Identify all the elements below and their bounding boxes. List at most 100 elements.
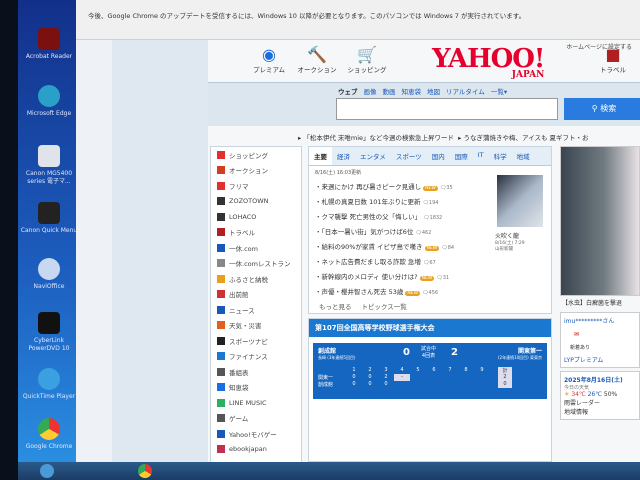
desktop-icon-canon-quick-menu[interactable]: Canon Quick Menu bbox=[20, 202, 78, 235]
news-tab[interactable]: スポーツ bbox=[391, 147, 427, 165]
service-nav-label: ebookjapan bbox=[229, 445, 267, 454]
news-title[interactable]: 「日本一暑い街」気がつけば6位 bbox=[322, 228, 414, 236]
news-item[interactable]: ・声優・櫻井智さん死去 53歳 NEW 🗨456 bbox=[309, 284, 551, 299]
service-nav-item[interactable]: ゲーム bbox=[211, 411, 301, 427]
more-link[interactable]: もっと見る bbox=[319, 303, 352, 311]
search-button[interactable]: ⚲ 検索 bbox=[564, 98, 640, 120]
search-tabs: ウェブ 画像 動画 知恵袋 地図 リアルタイム 一覧▾ bbox=[338, 86, 513, 96]
news-tab[interactable]: 地域 bbox=[512, 147, 535, 165]
desktop-icon-canon-manual[interactable]: Canon MG5400 series 電子マ... bbox=[20, 145, 78, 186]
search-tab-images[interactable]: 画像 bbox=[364, 88, 377, 96]
service-shopping[interactable]: 🛒 ショッピング bbox=[342, 45, 392, 75]
news-tab[interactable]: 国内 bbox=[427, 147, 450, 165]
service-nav-label: オークション bbox=[229, 167, 268, 176]
cart-icon: 🛒 bbox=[357, 45, 377, 64]
ad-photo[interactable] bbox=[560, 146, 640, 296]
desktop-icon-acrobat[interactable]: Acrobat Reader bbox=[20, 28, 78, 61]
news-title[interactable]: クマ襲撃 死亡男性の父「悔しい」 bbox=[322, 213, 422, 221]
service-nav-item[interactable]: ebookjapan bbox=[211, 442, 301, 458]
search-tab-video[interactable]: 動画 bbox=[383, 88, 396, 96]
suitcase-icon: ■ bbox=[605, 45, 621, 64]
service-nav-item[interactable]: 知恵袋 bbox=[211, 380, 301, 396]
service-nav-item[interactable]: 一休.comレストラン bbox=[211, 256, 301, 272]
comment-count[interactable]: 🗨462 bbox=[415, 230, 431, 236]
news-tab[interactable]: エンタメ bbox=[355, 147, 391, 165]
service-travel[interactable]: ■ トラベル bbox=[588, 45, 638, 75]
mail-icon[interactable]: ✉ bbox=[564, 325, 636, 344]
desktop-icon-quicktime[interactable]: QuickTime Player bbox=[20, 368, 78, 401]
service-nav-item[interactable]: ショッピング bbox=[211, 147, 301, 163]
service-nav-item[interactable]: 出前館 bbox=[211, 287, 301, 303]
trend-link-1[interactable]: 「松本伊代 末唯mie」など今週の検索急上昇ワード bbox=[303, 134, 454, 142]
gavel-icon: 🔨 bbox=[307, 45, 327, 64]
service-nav-item[interactable]: 一休.com bbox=[211, 240, 301, 256]
search-tab-realtime[interactable]: リアルタイム bbox=[446, 88, 485, 96]
service-nav-item[interactable]: 天気・災害 bbox=[211, 318, 301, 334]
comment-count[interactable]: 🗨194 bbox=[423, 200, 439, 206]
taskbar-chrome-icon[interactable] bbox=[138, 464, 152, 478]
news-title[interactable]: 新幹線内のメロディ 使い分けは? bbox=[322, 273, 418, 281]
trend-link-2[interactable]: うなぎ蒲焼きや梅、アイスも 夏ギフト・お bbox=[464, 134, 589, 142]
news-photo-caption[interactable]: 火吹く龍 8/16(土) 7:29 山形新聞 bbox=[495, 231, 545, 252]
service-nav-item[interactable]: ニュース bbox=[211, 302, 301, 318]
yahoo-logo[interactable]: YAHOO! JAPAN bbox=[432, 44, 545, 80]
service-icon bbox=[217, 228, 225, 237]
news-tab[interactable]: 科学 bbox=[489, 147, 512, 165]
service-nav-item[interactable]: ふるさと納税 bbox=[211, 271, 301, 287]
baseball-scoreboard[interactable]: 第107回全国高等学校野球選手権大会 創成館 長崎 (3年連続5回目) 0 試合… bbox=[308, 318, 552, 462]
news-item[interactable]: ・新幹線内のメロディ 使い分けは? NEW 🗨31 bbox=[309, 269, 551, 284]
topics-list-link[interactable]: トピックス一覧 bbox=[362, 303, 407, 311]
away-score: 2 bbox=[451, 347, 458, 358]
comment-count[interactable]: 🗨1832 bbox=[423, 215, 442, 221]
news-tab[interactable]: 経済 bbox=[332, 147, 355, 165]
news-tab[interactable]: 主要 bbox=[309, 147, 332, 165]
comment-count[interactable]: 🗨456 bbox=[422, 290, 438, 296]
news-title[interactable]: 給料の90%が家賃 イビザ島で嘆き bbox=[322, 243, 423, 251]
desktop-icon-chrome[interactable]: Google Chrome bbox=[20, 418, 78, 451]
service-nav-item[interactable]: フリマ bbox=[211, 178, 301, 194]
comment-count[interactable]: 🗨67 bbox=[423, 260, 436, 266]
desktop-icon-powerdvd[interactable]: CyberLink PowerDVD 10 bbox=[20, 312, 78, 353]
service-nav-item[interactable]: スポーツナビ bbox=[211, 333, 301, 349]
trending-words[interactable]: ▸ 「松本伊代 末唯mie」など今週の検索急上昇ワード ▸ うなぎ蒲焼きや梅、ア… bbox=[298, 132, 589, 142]
comment-count[interactable]: 🗨84 bbox=[441, 245, 454, 251]
desktop-icon-navioffice[interactable]: NaviOffice bbox=[20, 258, 78, 291]
mail-status[interactable]: 新着あり bbox=[564, 344, 636, 351]
rain-radar-link[interactable]: 雨雲レーダー bbox=[564, 398, 636, 407]
news-item[interactable]: ・ネット広告費だまし取る詐欺 急増 🗨67 bbox=[309, 254, 551, 269]
service-nav-item[interactable]: 番組表 bbox=[211, 364, 301, 380]
search-tab-more[interactable]: 一覧▾ bbox=[491, 88, 507, 96]
start-button[interactable] bbox=[40, 464, 54, 478]
search-tab-web[interactable]: ウェブ bbox=[338, 88, 358, 96]
news-title[interactable]: ネット広告費だまし取る詐欺 急増 bbox=[322, 258, 421, 266]
service-nav-item[interactable]: オークション bbox=[211, 163, 301, 179]
service-nav-item[interactable]: LINE MUSIC bbox=[211, 395, 301, 411]
news-title[interactable]: 声優・櫻井智さん死去 53歳 bbox=[322, 288, 404, 296]
news-title[interactable]: 札幌の真夏日数 101年ぶりに更新 bbox=[322, 198, 421, 206]
search-tab-chiebukuro[interactable]: 知恵袋 bbox=[402, 88, 422, 96]
user-name[interactable]: imu*********さん bbox=[564, 316, 636, 325]
service-premium[interactable]: ◉ プレミアム bbox=[244, 46, 294, 75]
service-nav-label: フリマ bbox=[229, 182, 249, 191]
service-nav-item[interactable]: トラベル bbox=[211, 225, 301, 241]
service-icon bbox=[217, 445, 225, 454]
service-nav-item[interactable]: ZOZOTOWN bbox=[211, 194, 301, 210]
service-icon bbox=[217, 212, 225, 221]
news-tab[interactable]: 国際 bbox=[450, 147, 473, 165]
search-input[interactable] bbox=[336, 98, 558, 120]
news-tab[interactable]: IT bbox=[473, 147, 489, 165]
ad-caption[interactable]: 【水虫】白癬菌を撃退 bbox=[560, 296, 640, 309]
service-nav-item[interactable]: LOHACO bbox=[211, 209, 301, 225]
search-tab-map[interactable]: 地図 bbox=[427, 88, 440, 96]
local-info-link[interactable]: 地域情報 bbox=[564, 407, 636, 416]
service-nav-item[interactable]: Yahoo!モバゲー bbox=[211, 426, 301, 442]
comment-count[interactable]: 🗨35 bbox=[440, 185, 453, 191]
premium-link[interactable]: LYPプレミアム bbox=[564, 355, 636, 364]
service-nav-item[interactable]: ファイナンス bbox=[211, 349, 301, 365]
desktop-icon-edge[interactable]: Microsoft Edge bbox=[20, 85, 78, 118]
news-photo[interactable] bbox=[497, 175, 543, 227]
news-title[interactable]: 来週にかけ 再び暑さピーク見通し bbox=[322, 183, 422, 191]
service-auction[interactable]: 🔨 オークション bbox=[292, 45, 342, 75]
comment-count[interactable]: 🗨31 bbox=[436, 275, 449, 281]
service-icon bbox=[217, 321, 225, 330]
